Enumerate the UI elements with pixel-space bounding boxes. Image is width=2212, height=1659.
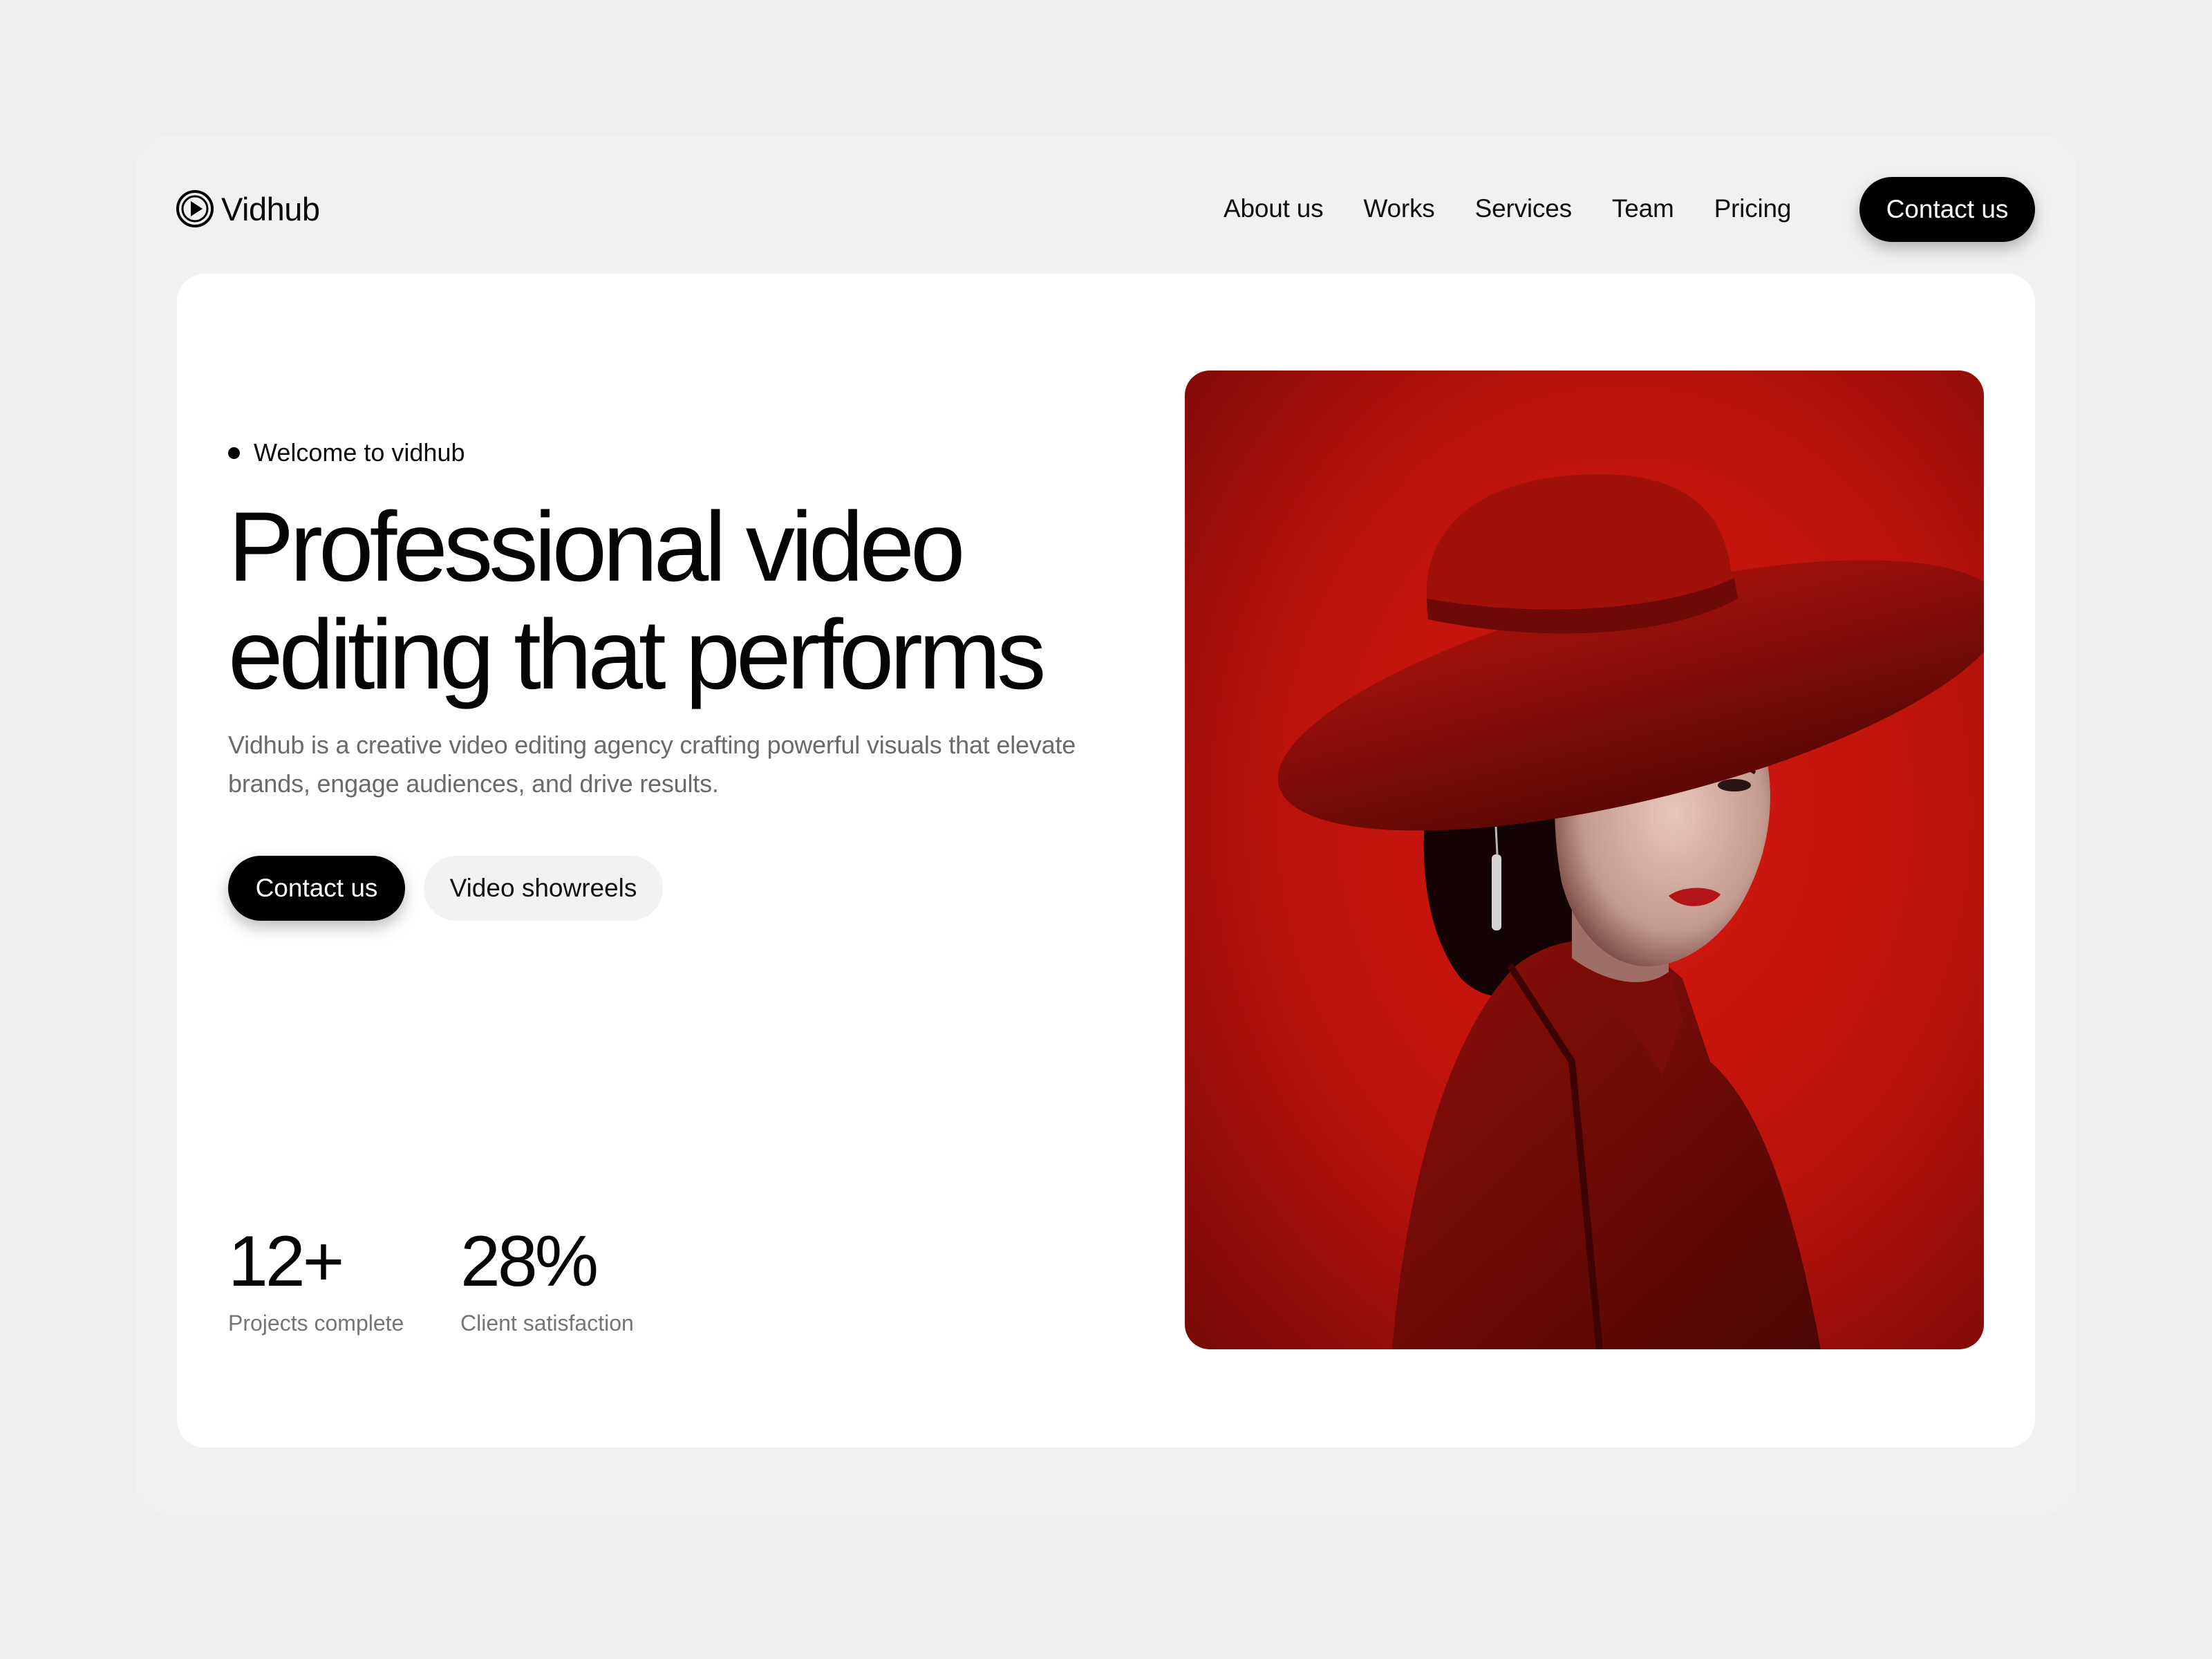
hero-headline: Professional video editing that performs <box>228 494 1196 709</box>
video-showreels-button[interactable]: Video showreels <box>424 856 663 921</box>
nav-item-works[interactable]: Works <box>1363 194 1434 223</box>
brand-name: Vidhub <box>221 190 320 227</box>
stat-value: 28% <box>460 1221 599 1302</box>
main-nav: About us Works Services Team Pricing <box>1224 187 1791 231</box>
nav-item-about-us[interactable]: About us <box>1224 194 1324 223</box>
stat-label: Projects complete <box>228 1311 404 1335</box>
brand-logo[interactable]: Vidhub <box>176 187 320 231</box>
stat-satisfaction: 28% Client satisfaction <box>460 1224 634 1336</box>
headline-line-2: editing that performs <box>228 600 1047 710</box>
stat-value: 12+ <box>228 1221 344 1302</box>
hero-card: Welcome to vidhub Professional video edi… <box>177 274 2035 1447</box>
dot-icon <box>228 447 240 459</box>
header-contact-button[interactable]: Contact us <box>1859 177 2035 242</box>
nav-item-pricing[interactable]: Pricing <box>1714 194 1792 223</box>
nav-item-team[interactable]: Team <box>1612 194 1674 223</box>
hero-photo <box>1185 371 1984 1349</box>
stat-label: Client satisfaction <box>460 1311 634 1335</box>
hero-contact-button[interactable]: Contact us <box>228 856 405 921</box>
stat-projects: 12+ Projects complete <box>228 1224 404 1336</box>
nav-item-services[interactable]: Services <box>1475 194 1572 223</box>
hero-eyebrow: Welcome to vidhub <box>228 438 465 467</box>
eyebrow-text: Welcome to vidhub <box>254 438 465 467</box>
play-lens-icon <box>176 190 214 227</box>
portrait-image <box>1185 371 1984 1349</box>
headline-line-1: Professional video <box>228 492 966 602</box>
hero-subtext: Vidhub is a creative video editing agenc… <box>228 731 1076 798</box>
